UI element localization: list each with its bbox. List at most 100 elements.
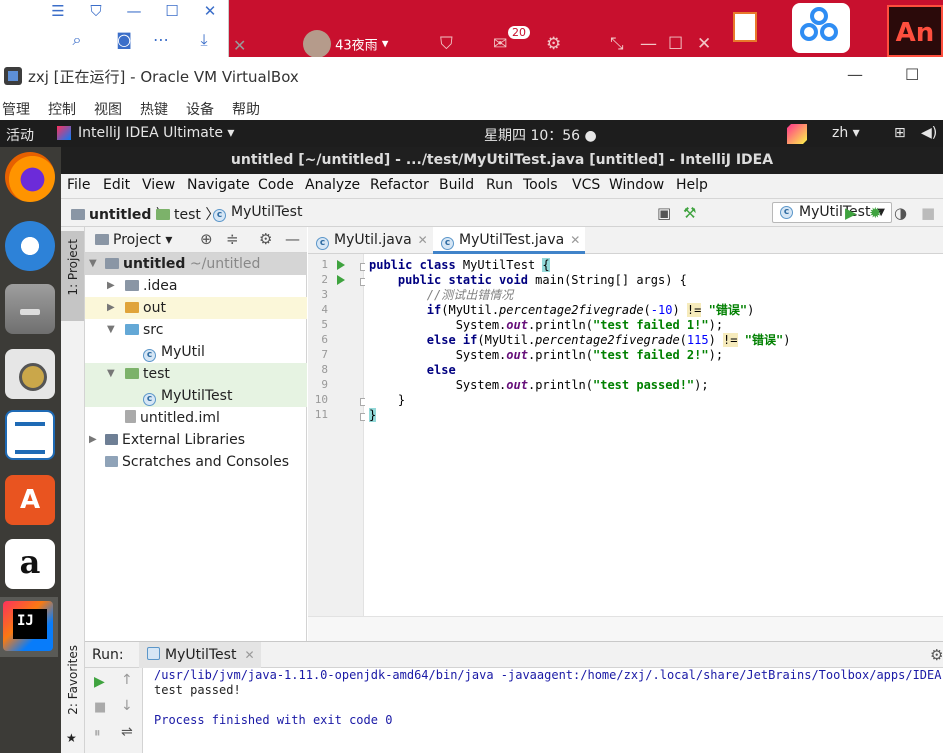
maximize-icon[interactable]: ☐	[905, 65, 919, 84]
maximize-icon[interactable]: ☐	[668, 34, 683, 54]
tree-item-external-libraries[interactable]: ▶ External Libraries	[85, 429, 307, 451]
weather-widget[interactable]: 43夜雨 ▾	[303, 30, 388, 58]
menu-icon[interactable]: ☰	[48, 2, 68, 20]
tab-close-icon[interactable]: ✕	[233, 36, 246, 55]
scan-icon[interactable]: ◙	[113, 29, 135, 51]
app-icon-baidu-netdisk[interactable]	[792, 3, 850, 53]
intellij-dock-icon[interactable]	[3, 601, 53, 651]
tree-item-test[interactable]: ▼ test	[85, 363, 307, 385]
download-icon[interactable]: ⤓	[193, 29, 215, 51]
software-center-icon[interactable]: A	[5, 475, 55, 525]
rhythmbox-icon[interactable]	[5, 349, 55, 399]
scroll-down-icon[interactable]: ↓	[121, 698, 133, 714]
amazon-icon[interactable]: a	[5, 539, 55, 589]
network-icon[interactable]: ⊞	[894, 125, 906, 141]
locate-icon[interactable]: ⊕	[200, 230, 213, 248]
files-icon[interactable]	[5, 284, 55, 334]
shirt-icon[interactable]: ⛉	[86, 2, 106, 20]
firefox-icon[interactable]	[5, 152, 55, 202]
menu-vcs[interactable]: VCS	[572, 177, 600, 193]
mail-icon[interactable]: ✉	[493, 34, 507, 54]
breadcrumb-test[interactable]: test 〉	[156, 204, 219, 224]
close-icon[interactable]: ✕	[200, 2, 220, 20]
close-icon[interactable]: ✕	[570, 233, 580, 247]
menu-window[interactable]: Window	[609, 177, 664, 193]
hide-icon[interactable]: —	[285, 230, 300, 248]
menu-navigate[interactable]: Navigate	[187, 177, 250, 193]
tree-item-scratches[interactable]: Scratches and Consoles	[85, 451, 307, 473]
menu-file[interactable]: File	[67, 177, 90, 193]
language-indicator[interactable]: zh ▾	[832, 125, 860, 141]
build-hammer-icon[interactable]: ⚒	[683, 204, 696, 222]
stripe-project-button[interactable]: 1: Project	[61, 231, 84, 321]
more-icon[interactable]: ⋯	[150, 29, 172, 51]
menu-help[interactable]: 帮助	[232, 99, 260, 119]
menu-manage[interactable]: 管理	[2, 99, 30, 119]
debug-icon[interactable]: ✹	[869, 204, 882, 222]
app-icon-animate[interactable]: An	[887, 5, 943, 57]
project-view-select[interactable]: Project ▾	[95, 232, 172, 248]
search-icon[interactable]: ⌕	[66, 29, 88, 51]
menu-hotkey[interactable]: 热键	[140, 99, 168, 119]
gear-icon[interactable]: ⚙	[546, 34, 561, 54]
stripe-favorites-button[interactable]: 2: Favorites ★	[61, 641, 84, 753]
close-icon[interactable]: ✕	[418, 233, 428, 247]
menu-tools[interactable]: Tools	[523, 177, 558, 193]
minimize-icon[interactable]: —	[640, 34, 657, 54]
gear-icon[interactable]: ⚙	[259, 230, 272, 248]
tree-item-idea[interactable]: ▶ .idea	[85, 275, 307, 297]
menu-code[interactable]: Code	[258, 177, 294, 193]
scroll-up-icon[interactable]: ↑	[121, 672, 133, 688]
run-console-output[interactable]: /usr/lib/jvm/java-1.11.0-openjdk-amd64/b…	[144, 668, 943, 753]
menu-build[interactable]: Build	[439, 177, 474, 193]
collapse-icon[interactable]: ≑	[226, 230, 239, 248]
tab-myutil[interactable]: c MyUtil.java ✕	[308, 227, 433, 254]
thunderbird-icon[interactable]	[5, 221, 55, 271]
code-editor[interactable]: public class MyUtilTest { public static …	[365, 254, 943, 616]
stop-icon[interactable]: ■	[94, 700, 106, 715]
tree-item-untitled[interactable]: ▼ untitled ~/untitled	[85, 253, 307, 275]
tree-item-myutil[interactable]: c MyUtil	[85, 341, 307, 363]
rerun-icon[interactable]: ▶	[94, 674, 105, 690]
run-gutter-icon[interactable]	[337, 260, 345, 270]
menu-control[interactable]: 控制	[48, 99, 76, 119]
menu-edit[interactable]: Edit	[103, 177, 130, 193]
editor-gutter[interactable]: 1 2 3 4 5 6 7 8 9 10 11	[308, 254, 368, 616]
app-menu[interactable]: IntelliJ IDEA Ultimate ▾	[78, 125, 234, 141]
minimize-icon[interactable]: —	[124, 2, 144, 20]
close-icon[interactable]: ✕	[697, 34, 711, 54]
run-gutter-icon[interactable]	[337, 275, 345, 285]
tree-item-myutiltest[interactable]: c MyUtilTest	[85, 385, 307, 407]
soft-wrap-icon[interactable]: ⇌	[121, 724, 133, 740]
breadcrumb-myutiltest[interactable]: c MyUtilTest	[213, 204, 302, 222]
app-icon-office[interactable]	[733, 12, 757, 42]
menu-help[interactable]: Help	[676, 177, 708, 193]
skin-icon[interactable]: ⛉	[440, 34, 453, 54]
maximize-icon[interactable]: ☐	[162, 2, 182, 20]
tab-myutiltest[interactable]: c MyUtilTest.java ✕	[433, 227, 585, 254]
gear-icon[interactable]: ⚙	[930, 646, 943, 664]
tree-item-out[interactable]: ▶ out	[85, 297, 307, 319]
menu-refactor[interactable]: Refactor	[370, 177, 429, 193]
shrink-icon[interactable]: ⤡	[610, 34, 624, 54]
menu-view[interactable]: 视图	[94, 99, 122, 119]
tree-item-src[interactable]: ▼ src	[85, 319, 307, 341]
jetbrains-toolbox-icon[interactable]	[787, 124, 807, 144]
tree-item-iml[interactable]: untitled.iml	[85, 407, 307, 429]
pause-icon[interactable]: ⏸	[94, 726, 101, 741]
run-icon[interactable]: ▶	[845, 204, 857, 222]
coverage-icon[interactable]: ◑	[894, 204, 907, 222]
minimize-icon[interactable]: —	[847, 65, 863, 84]
stop-icon[interactable]: ■	[921, 204, 935, 222]
menu-analyze[interactable]: Analyze	[305, 177, 360, 193]
clock[interactable]: 星期四 10：56 ●	[484, 125, 597, 145]
menu-view[interactable]: View	[142, 177, 175, 193]
volume-icon[interactable]: ◀)	[921, 125, 937, 141]
menu-run[interactable]: Run	[486, 177, 513, 193]
libreoffice-writer-icon[interactable]	[5, 410, 55, 460]
terminal-icon[interactable]: ▣	[657, 204, 671, 222]
activities-button[interactable]: 活动	[6, 125, 34, 145]
close-icon[interactable]: ✕	[244, 648, 254, 662]
menu-devices[interactable]: 设备	[186, 99, 214, 119]
run-tab-myutiltest[interactable]: MyUtilTest ✕	[139, 642, 261, 668]
